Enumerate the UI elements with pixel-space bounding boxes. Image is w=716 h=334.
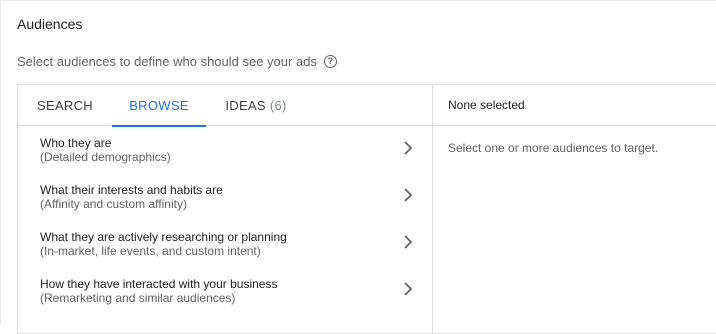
selected-audiences-empty-message: Select one or more audiences to target. — [448, 141, 659, 155]
browse-item-title: What they are actively researching or pl… — [40, 230, 287, 244]
audience-tabs: SEARCH BROWSE IDEAS (6) — [18, 85, 433, 127]
browse-item-title: Who they are — [40, 136, 112, 150]
tab-browse[interactable]: BROWSE — [112, 85, 206, 127]
browse-item-researching-planning[interactable]: What they are actively researching or pl… — [18, 220, 433, 267]
browse-item-subtitle: (In-market, life events, and custom inte… — [40, 244, 261, 258]
selected-audiences-pane: None selected Select one or more audienc… — [433, 85, 716, 333]
browse-item-interests-habits[interactable]: What their interests and habits are (Aff… — [18, 173, 433, 220]
audiences-panel: Audiences Select audiences to define who… — [0, 0, 716, 334]
audiences-description: Select audiences to define who should se… — [17, 54, 337, 69]
chevron-right-icon — [404, 282, 413, 296]
browse-item-who-they-are[interactable]: Who they are (Detailed demographics) — [18, 126, 433, 173]
browse-category-list: Who they are (Detailed demographics) Wha… — [18, 126, 433, 314]
help-icon[interactable]: ? — [323, 55, 337, 68]
audience-picker: SEARCH BROWSE IDEAS (6) Who they are (De… — [17, 84, 716, 334]
tab-search[interactable]: SEARCH — [26, 85, 104, 126]
page-title: Audiences — [17, 16, 83, 32]
tab-search-label: SEARCH — [37, 98, 93, 113]
browse-item-subtitle: (Affinity and custom affinity) — [40, 197, 187, 211]
chevron-right-icon — [404, 188, 413, 202]
chevron-right-icon — [404, 141, 413, 155]
browse-item-interacted-business[interactable]: How they have interacted with your busin… — [18, 267, 433, 314]
selected-audiences-header: None selected — [433, 85, 716, 126]
tab-ideas-label: IDEAS — [225, 98, 266, 113]
tab-ideas-count: (6) — [269, 98, 287, 113]
tab-ideas[interactable]: IDEAS (6) — [216, 85, 296, 126]
tab-browse-label: BROWSE — [129, 98, 189, 113]
audience-browse-pane: SEARCH BROWSE IDEAS (6) Who they are (De… — [18, 85, 433, 333]
browse-item-title: What their interests and habits are — [40, 183, 223, 197]
audiences-description-text: Select audiences to define who should se… — [17, 54, 317, 69]
browse-item-subtitle: (Remarketing and similar audiences) — [40, 291, 236, 305]
browse-item-subtitle: (Detailed demographics) — [40, 150, 171, 164]
chevron-right-icon — [404, 235, 413, 249]
browse-item-title: How they have interacted with your busin… — [40, 277, 278, 291]
